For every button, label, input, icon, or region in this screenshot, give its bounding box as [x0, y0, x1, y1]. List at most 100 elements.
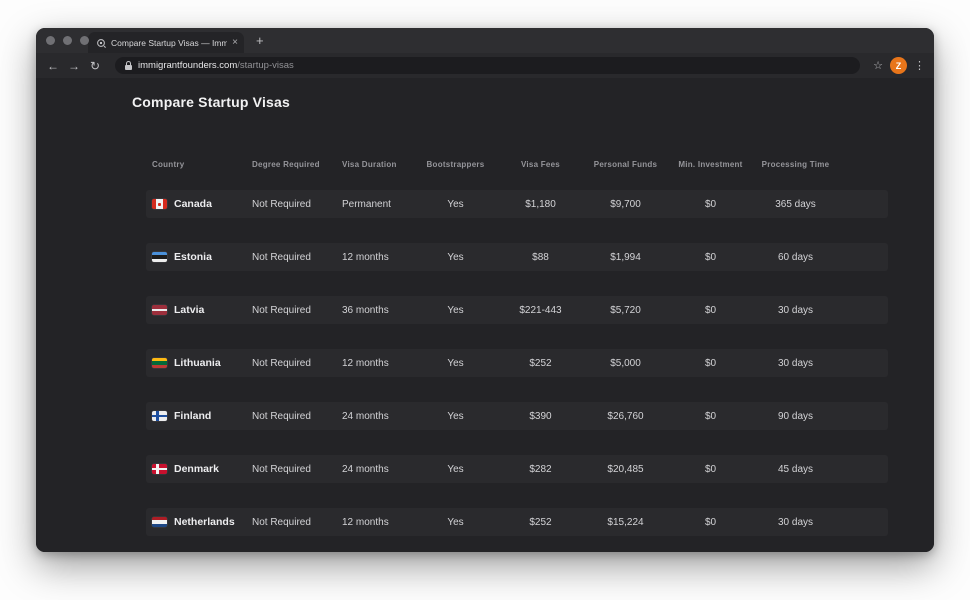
browser-toolbar: ← → ↻ immigrantfounders.com/startup-visa… — [36, 53, 934, 78]
country-name: Latvia — [174, 304, 205, 316]
table-header-row: Country Degree Required Visa Duration Boots… — [152, 154, 934, 174]
degree-required-cell: Not Required — [252, 516, 311, 528]
country-name: Canada — [174, 198, 212, 210]
visa-fees-cell: $282 — [529, 463, 552, 475]
country-name: Lithuania — [174, 357, 221, 369]
country-flag-icon — [152, 464, 167, 474]
column-header-country: Country — [152, 159, 185, 169]
processing-time-cell: 30 days — [777, 357, 814, 369]
country-cell: Latvia — [152, 304, 252, 316]
country-name: Estonia — [174, 251, 212, 263]
personal-funds-cell: $9,700 — [610, 198, 641, 210]
degree-required-cell: Not Required — [252, 463, 311, 475]
window-controls — [46, 36, 89, 45]
processing-time-cell: 30 days — [777, 516, 814, 528]
table-row-estonia[interactable]: Estonia Not Required 12 months Yes $88 $1,994… — [146, 243, 888, 271]
visa-duration-cell: 36 months — [342, 304, 389, 316]
personal-funds-cell: $15,224 — [607, 516, 644, 528]
visa-fees-cell: $252 — [529, 516, 552, 528]
window-zoom-button[interactable] — [80, 36, 89, 45]
country-name: Netherlands — [174, 516, 235, 528]
min-investment-cell: $0 — [704, 463, 717, 475]
tab-strip: Compare Startup Visas — Immig × + — [36, 28, 934, 53]
forward-icon[interactable]: → — [67, 60, 81, 72]
visa-duration-cell: 24 months — [342, 463, 389, 475]
url-path: /startup-visas — [237, 60, 294, 71]
browser-window: Compare Startup Visas — Immig × + ← → ↻ … — [36, 28, 934, 552]
processing-time-cell: 30 days — [777, 304, 814, 316]
country-name: Finland — [174, 410, 212, 422]
personal-funds-cell: $1,994 — [610, 251, 641, 263]
country-flag-icon — [152, 411, 167, 421]
tab-favicon — [97, 38, 106, 48]
processing-time-cell: 60 days — [777, 251, 814, 263]
tab-title: Compare Startup Visas — Immig — [111, 37, 228, 48]
column-header-degree-required: Degree Required — [252, 159, 320, 169]
country-flag-icon — [152, 252, 167, 262]
bootstrappers-cell: Yes — [447, 463, 464, 475]
degree-required-cell: Not Required — [252, 410, 311, 422]
column-header-processing-time: Processing Time — [761, 159, 830, 169]
back-icon[interactable]: ← — [46, 60, 60, 72]
min-investment-cell: $0 — [704, 198, 717, 210]
profile-avatar[interactable]: Z — [890, 57, 907, 74]
desktop-background: Compare Startup Visas — Immig × + ← → ↻ … — [0, 0, 970, 600]
country-flag-icon — [152, 199, 167, 209]
bootstrappers-cell: Yes — [447, 198, 464, 210]
min-investment-cell: $0 — [704, 410, 717, 422]
country-cell: Canada — [152, 198, 252, 210]
country-cell: Finland — [152, 410, 252, 422]
browser-tab[interactable]: Compare Startup Visas — Immig × — [88, 32, 244, 53]
column-header-personal-funds: Personal Funds — [593, 159, 658, 169]
visa-fees-cell: $1,180 — [525, 198, 556, 210]
visa-fees-cell: $390 — [529, 410, 552, 422]
bootstrappers-cell: Yes — [447, 410, 464, 422]
country-cell: Netherlands — [152, 516, 252, 528]
address-bar[interactable]: immigrantfounders.com/startup-visas — [115, 57, 861, 74]
country-flag-icon — [152, 358, 167, 368]
visa-duration-cell: 12 months — [342, 251, 389, 263]
degree-required-cell: Not Required — [252, 198, 311, 210]
bootstrappers-cell: Yes — [447, 516, 464, 528]
table-row-denmark[interactable]: Denmark Not Required 24 months Yes $282 $20,4… — [146, 455, 888, 483]
bootstrappers-cell: Yes — [447, 304, 464, 316]
country-flag-icon — [152, 517, 167, 527]
table-row-canada[interactable]: Canada Not Required Permanent Yes $1,180 $9,7… — [146, 190, 888, 218]
table-body: Canada Not Required Permanent Yes $1,180 $9,7… — [36, 190, 934, 536]
min-investment-cell: $0 — [704, 516, 717, 528]
window-minimize-button[interactable] — [63, 36, 72, 45]
browser-menu-icon[interactable]: ⋮ — [914, 59, 925, 72]
table-row-netherlands[interactable]: Netherlands Not Required 12 months Yes $252 $… — [146, 508, 888, 536]
window-close-button[interactable] — [46, 36, 55, 45]
country-name: Denmark — [174, 463, 219, 475]
visa-duration-cell: Permanent — [342, 198, 391, 210]
table-row-lithuania[interactable]: Lithuania Not Required 12 months Yes $252 $5,… — [146, 349, 888, 377]
visa-duration-cell: 12 months — [342, 357, 389, 369]
degree-required-cell: Not Required — [252, 357, 311, 369]
min-investment-cell: $0 — [704, 304, 717, 316]
visa-fees-cell: $88 — [532, 251, 549, 263]
lock-icon — [125, 61, 132, 70]
table-row-latvia[interactable]: Latvia Not Required 36 months Yes $221-443 $5… — [146, 296, 888, 324]
column-header-visa-fees: Visa Fees — [520, 159, 561, 169]
reload-icon[interactable]: ↻ — [88, 60, 102, 72]
degree-required-cell: Not Required — [252, 304, 311, 316]
degree-required-cell: Not Required — [252, 251, 311, 263]
column-header-bootstrappers: Bootstrappers — [426, 159, 485, 169]
bootstrappers-cell: Yes — [447, 251, 464, 263]
tab-close-icon[interactable]: × — [232, 37, 238, 48]
column-header-min-investment: Min. Investment — [678, 159, 743, 169]
table-row-finland[interactable]: Finland Not Required 24 months Yes $390 $26,7… — [146, 402, 888, 430]
bootstrappers-cell: Yes — [447, 357, 464, 369]
visa-fees-cell: $221-443 — [519, 304, 562, 316]
personal-funds-cell: $26,760 — [607, 410, 644, 422]
min-investment-cell: $0 — [704, 251, 717, 263]
page-content: Compare Startup Visas Country Degree Requ… — [36, 78, 934, 552]
url-domain: immigrantfounders.com — [138, 60, 238, 71]
personal-funds-cell: $20,485 — [607, 463, 644, 475]
processing-time-cell: 90 days — [777, 410, 814, 422]
visa-duration-cell: 12 months — [342, 516, 389, 528]
bookmark-star-icon[interactable]: ☆ — [873, 59, 883, 72]
personal-funds-cell: $5,000 — [610, 357, 641, 369]
new-tab-button[interactable]: + — [256, 30, 264, 51]
